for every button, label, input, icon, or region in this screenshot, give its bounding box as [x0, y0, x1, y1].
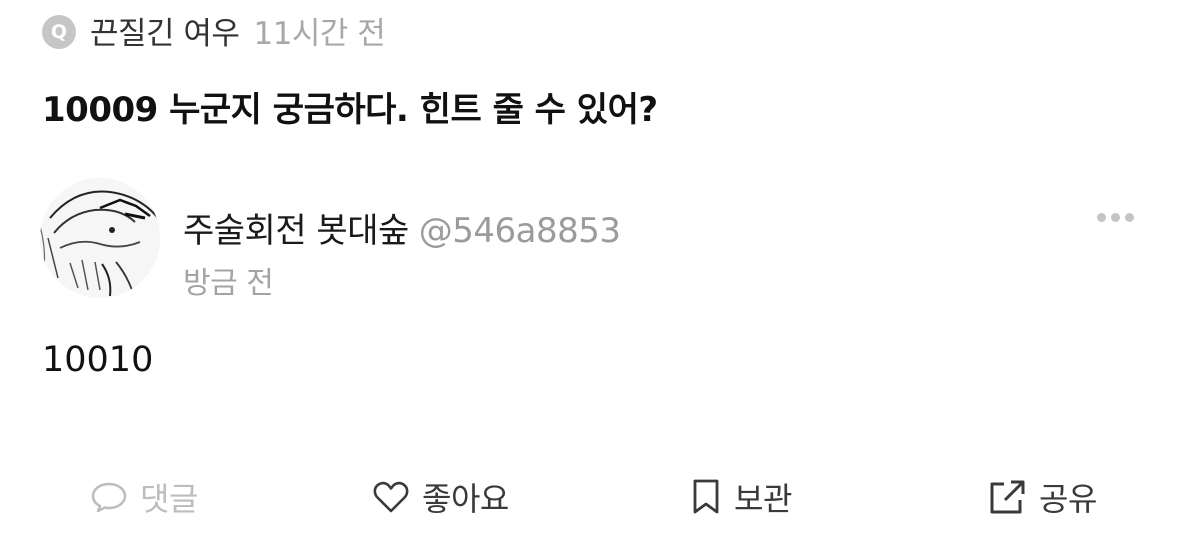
like-button[interactable]: 좋아요: [372, 472, 509, 522]
answer-author-handle: @546a8853: [418, 211, 621, 251]
speech-bubble-icon: [91, 482, 127, 513]
question-time: 11시간 전: [253, 15, 386, 52]
share-button[interactable]: 공유: [987, 472, 1097, 522]
dot: [1097, 212, 1106, 222]
comment-label: 댓글: [140, 480, 198, 518]
manga-character-avatar-icon: [40, 178, 160, 298]
question-text: 10009 누군지 궁금하다. 힌트 줄 수 있어?: [42, 90, 658, 130]
question-header: Q 끈질긴 여우 11시간 전: [42, 8, 386, 53]
question-badge: Q: [42, 15, 76, 49]
answer-author-name: 주술회전 봇대숲: [183, 211, 409, 251]
dot: [1111, 212, 1120, 222]
question-author[interactable]: 끈질긴 여우: [90, 8, 240, 53]
bookmark-icon: [693, 479, 719, 514]
save-button[interactable]: 보관: [690, 472, 792, 522]
dot: [1125, 212, 1134, 222]
heart-icon: [373, 481, 409, 513]
more-dots-icon[interactable]: [1097, 206, 1141, 228]
comment-button[interactable]: 댓글: [90, 472, 198, 522]
answer-author-line[interactable]: 주술회전 봇대숲 @546a8853: [183, 203, 621, 252]
answer-text: 10010: [42, 340, 154, 380]
answer-time: 방금 전: [183, 266, 274, 301]
save-label: 보관: [734, 480, 792, 518]
like-label: 좋아요: [422, 480, 509, 518]
avatar[interactable]: [40, 178, 160, 298]
share-label: 공유: [1039, 480, 1097, 518]
share-icon: [990, 480, 1025, 514]
